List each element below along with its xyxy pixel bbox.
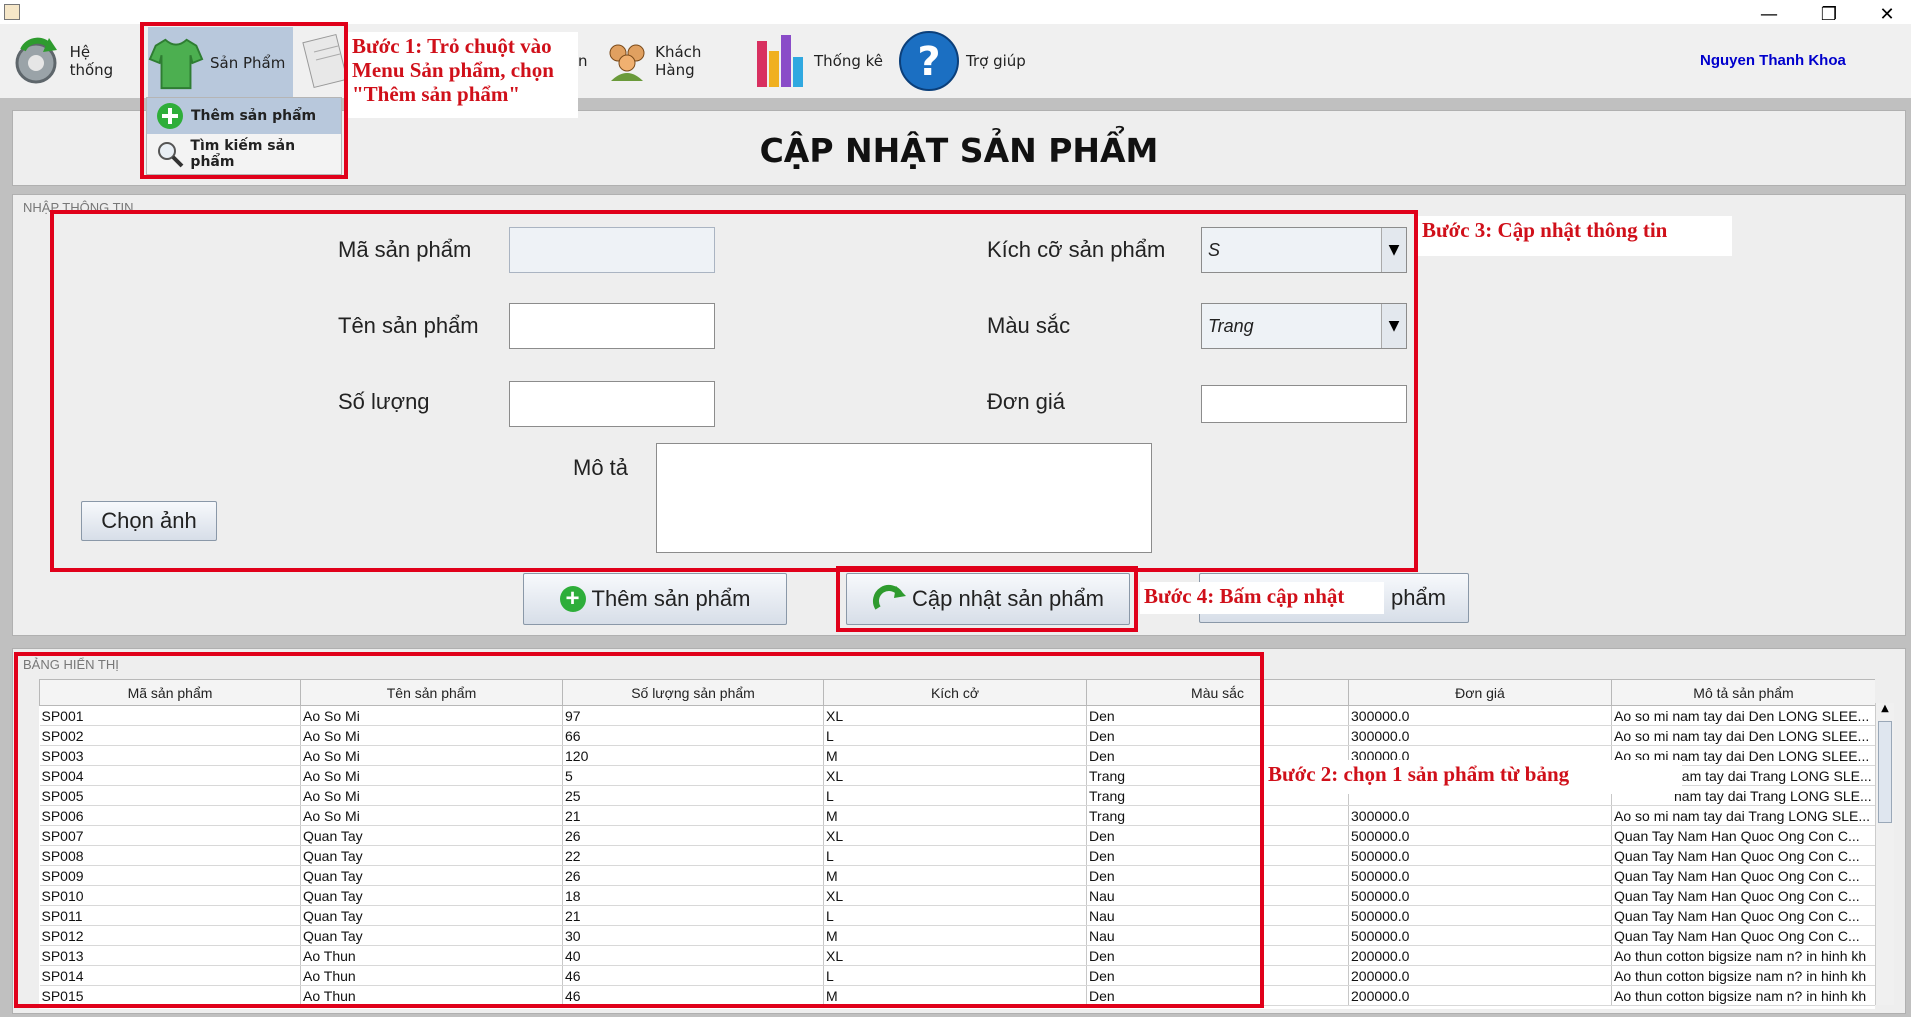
annotation-step2: Bước 2: chọn 1 sản phẩm từ bảng <box>1264 760 1682 794</box>
table-cell: 300000.0 <box>1348 705 1612 726</box>
annotation-step1: Bước 1: Trỏ chuột vào Menu Sản phẩm, chọ… <box>348 32 578 118</box>
scroll-up-arrow[interactable]: ▲ <box>1876 703 1894 719</box>
scroll-thumb[interactable] <box>1878 721 1892 823</box>
table-cell: 200000.0 <box>1348 945 1612 966</box>
menu-tro-giup[interactable]: ? Trợ giúp <box>898 24 1038 98</box>
annotation-box-step2 <box>14 652 1264 1008</box>
table-cell: 300000.0 <box>1348 805 1612 826</box>
menu-label: Thống kê <box>814 52 884 70</box>
table-cell: Quan Tay Nam Han Quoc Ong Con C... <box>1611 885 1875 906</box>
people-icon <box>604 33 649 89</box>
table-cell: Ao so mi nam tay dai Den LONG SLEE... <box>1611 705 1875 726</box>
button-label: Thêm sản phẩm <box>591 586 751 611</box>
table-cell: 500000.0 <box>1348 825 1612 846</box>
table-cell: Ao so mi nam tay dai Trang LONG SLE... <box>1611 805 1875 826</box>
table-cell: 200000.0 <box>1348 965 1612 986</box>
annotation-box-step4 <box>836 566 1138 632</box>
menu-item-label: Tìm kiếm sản phẩm <box>190 138 296 170</box>
menu-hidden-label: n <box>578 52 588 70</box>
help-icon: ? <box>898 30 960 92</box>
table-cell: Ao thun cotton bigsize nam n? in hinh kh <box>1611 945 1875 966</box>
table-cell: Ao thun cotton bigsize nam n? in hinh kh <box>1611 965 1875 986</box>
add-icon: + <box>559 585 586 612</box>
gear-refresh-icon <box>8 33 64 89</box>
table-cell: Quan Tay Nam Han Quoc Ong Con C... <box>1611 925 1875 946</box>
bar-chart-icon <box>752 33 808 89</box>
button-label: phẩm <box>1390 585 1446 610</box>
table-cell: Ao so mi nam tay dai Den LONG SLEE... <box>1611 725 1875 746</box>
menu-label: Hệ thống <box>69 43 114 79</box>
magnifier-icon <box>155 139 184 169</box>
annotation-step3: Bước 3: Cập nhật thông tin <box>1418 216 1732 256</box>
menu-he-thong[interactable]: Hệ thống <box>8 24 138 98</box>
svg-text:?: ? <box>917 39 940 85</box>
menu-item-label: Thêm sản phẩm <box>191 108 317 124</box>
table-cell: 300000.0 <box>1348 725 1612 746</box>
table-cell: Quan Tay Nam Han Quoc Ong Con C... <box>1611 865 1875 886</box>
menu-item-them-san-pham[interactable]: Thêm sản phẩm <box>147 98 341 134</box>
san-pham-dropdown-menu: Thêm sản phẩm Tìm kiếm sản phẩm <box>146 97 342 175</box>
table-cell: 500000.0 <box>1348 925 1612 946</box>
table-cell: Quan Tay Nam Han Quoc Ong Con C... <box>1611 845 1875 866</box>
column-header[interactable]: Mô tả sản phẩm <box>1611 679 1875 706</box>
menu-label: Trợ giúp <box>966 52 1026 70</box>
table-cell: 500000.0 <box>1348 865 1612 886</box>
table-cell: 200000.0 <box>1348 985 1612 1006</box>
column-header[interactable]: Đơn giá <box>1348 679 1612 706</box>
table-cell: 500000.0 <box>1348 905 1612 926</box>
menu-item-tim-kiem-san-pham[interactable]: Tìm kiếm sản phẩm <box>147 136 341 172</box>
menu-label: Khách Hàng <box>655 43 702 79</box>
add-product-button[interactable]: + Thêm sản phẩm <box>523 573 787 625</box>
table-cell: Quan Tay Nam Han Quoc Ong Con C... <box>1611 905 1875 926</box>
vertical-scrollbar[interactable]: ▲ <box>1875 703 1894 1005</box>
table-cell: 500000.0 <box>1348 845 1612 866</box>
table-cell: Ao thun cotton bigsize nam n? in hinh kh <box>1611 985 1875 1006</box>
table-cell: 500000.0 <box>1348 885 1612 906</box>
menu-khach-hang[interactable]: Khách Hàng <box>604 24 744 98</box>
annotation-step4: Bước 4: Bấm cập nhật <box>1140 582 1384 614</box>
user-name: Nguyen Thanh Khoa <box>1700 52 1846 69</box>
table-cell: Quan Tay Nam Han Quoc Ong Con C... <box>1611 825 1875 846</box>
menu-thong-ke[interactable]: Thống kê <box>752 24 892 98</box>
window-titlebar: — ❐ ✕ <box>0 0 1911 25</box>
java-app-icon <box>4 4 20 20</box>
add-icon <box>155 101 185 131</box>
annotation-box-step3 <box>50 210 1418 572</box>
